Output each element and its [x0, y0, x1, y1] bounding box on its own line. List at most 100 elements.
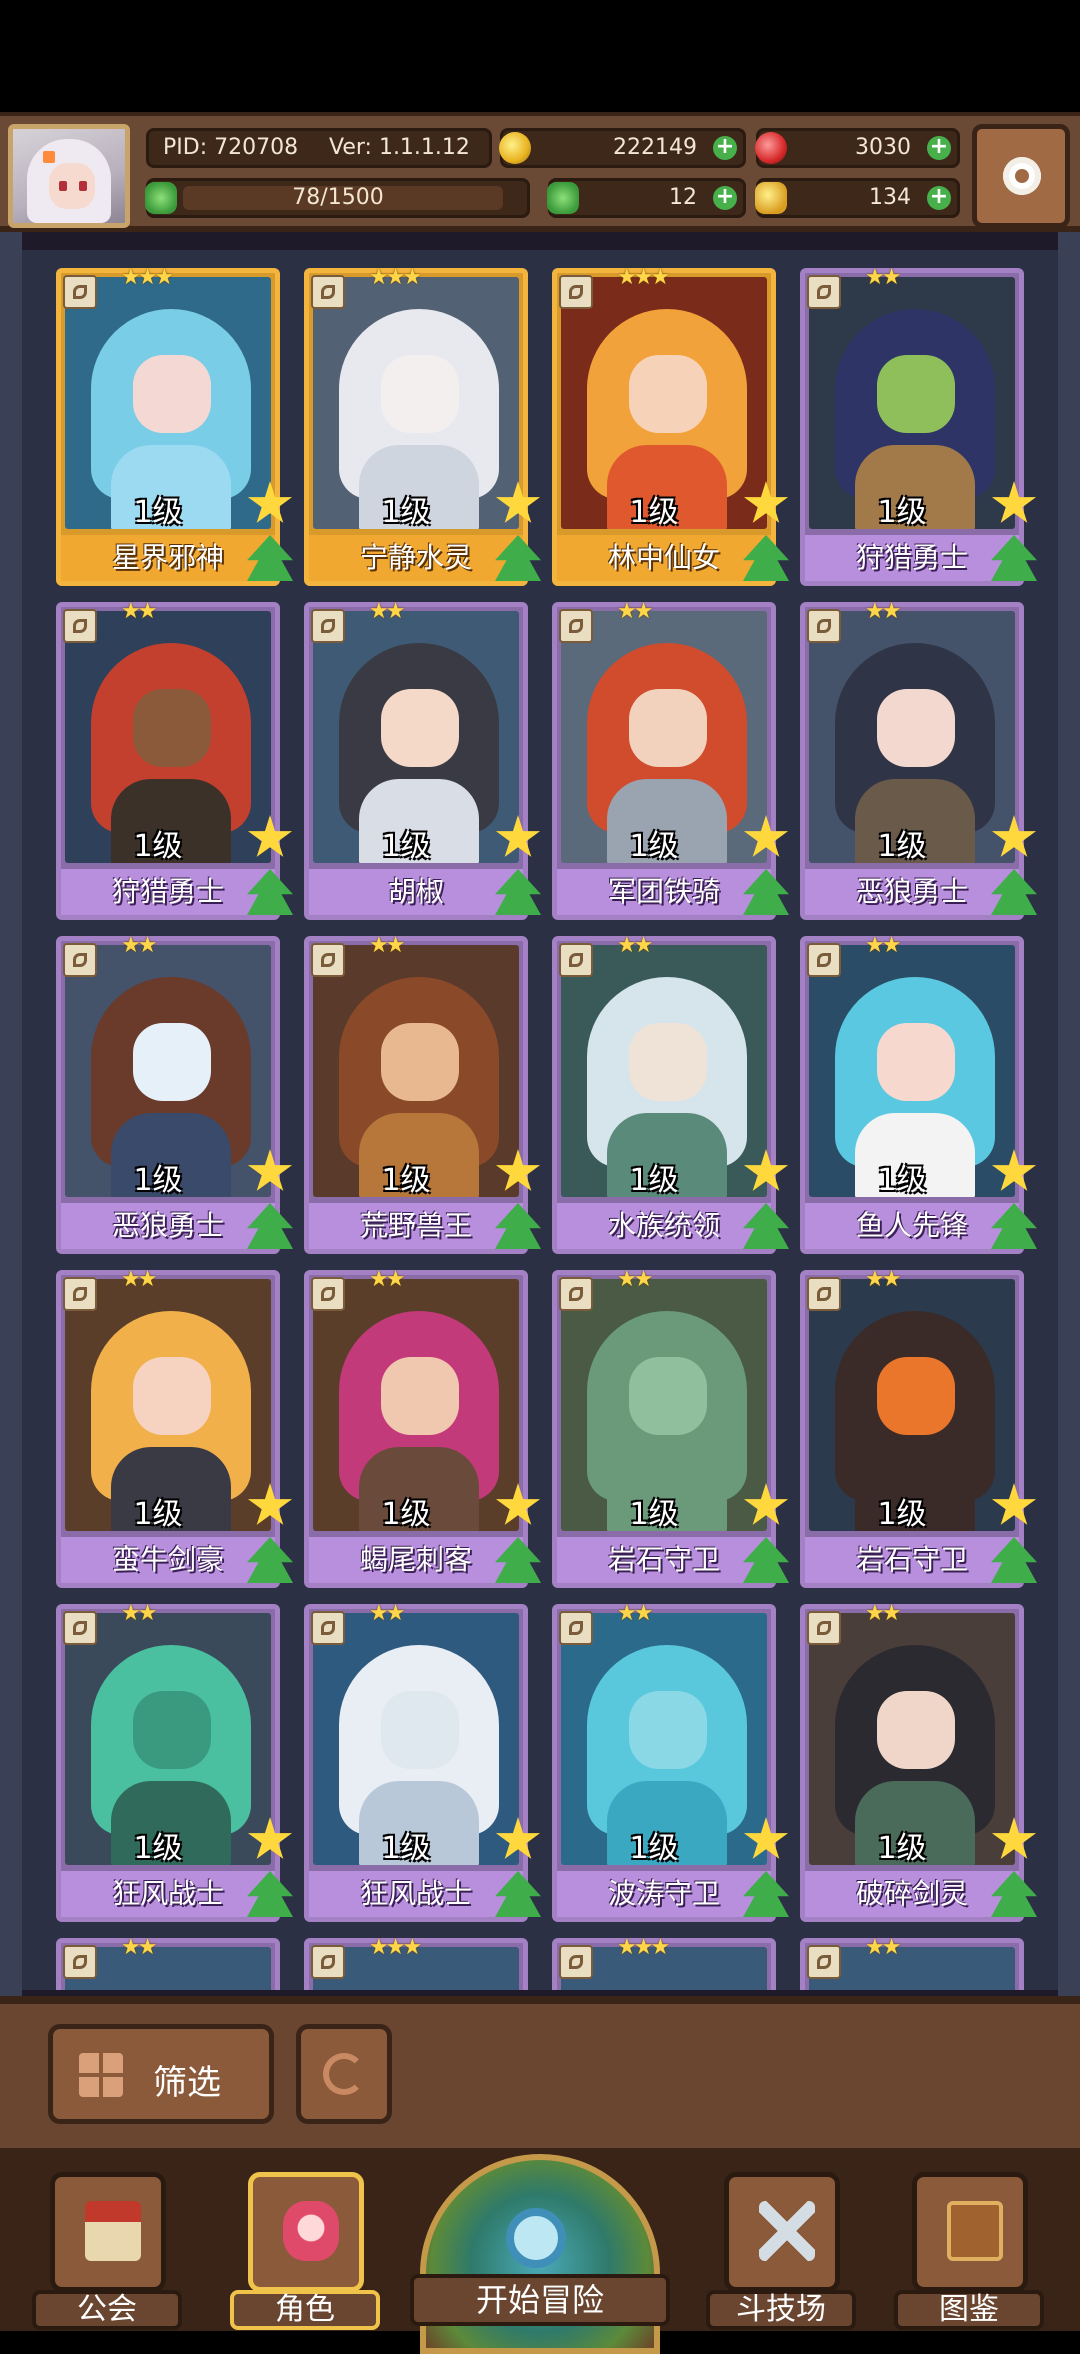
- character-level: 1级: [381, 829, 431, 864]
- bottom-navigation: 公会 角色 开始冒险 斗技场 图鉴: [0, 2148, 1080, 2354]
- nav-arena[interactable]: 斗技场: [706, 2172, 856, 2330]
- gem-counter: 3030 +: [755, 128, 960, 168]
- character-card[interactable]: ★★★ 1级 林中仙女: [552, 265, 789, 586]
- character-card[interactable]: ★★ 1级 蛮牛剑豪: [56, 1267, 293, 1588]
- character-card[interactable]: ★★ 1级 狩猎勇士: [56, 599, 293, 920]
- filter-bar: 筛选: [0, 1996, 1080, 2148]
- character-name: 岩石守卫: [805, 1537, 1019, 1583]
- add-key-button[interactable]: +: [927, 186, 951, 210]
- character-card-partial[interactable]: ★★: [56, 1935, 280, 1990]
- filter-button[interactable]: 筛选: [48, 2024, 274, 2124]
- character-card[interactable]: ★★ 1级 鱼人先锋: [800, 933, 1037, 1254]
- rarity-stars: ★★: [121, 933, 157, 958]
- gem-value: 3030: [855, 135, 911, 160]
- character-level: 1级: [629, 1497, 679, 1532]
- class-badge-icon: [807, 609, 841, 643]
- gold-coin-icon: [499, 132, 531, 164]
- rarity-stars: ★★★: [617, 265, 670, 290]
- portrait-face: [381, 355, 459, 433]
- rarity-stars: ★★: [617, 1267, 653, 1292]
- rarity-stars: ★★: [369, 933, 405, 958]
- character-level: 1级: [877, 1497, 927, 1532]
- character-card[interactable]: ★★ 1级 狂风战士: [304, 1601, 541, 1922]
- nav-codex[interactable]: 图鉴: [894, 2172, 1044, 2330]
- character-card[interactable]: ★★ 1级 狩猎勇士: [800, 265, 1037, 586]
- character-name: 水族统领: [557, 1203, 771, 1249]
- character-face-icon: [283, 2201, 339, 2261]
- character-card-partial[interactable]: ★★★: [552, 1935, 776, 1990]
- character-card[interactable]: ★★ 1级 狂风战士: [56, 1601, 293, 1922]
- character-card[interactable]: ★★ 1级 岩石守卫: [800, 1267, 1037, 1588]
- class-badge-icon: [311, 943, 345, 977]
- portrait-face: [381, 1357, 459, 1435]
- key-value: 134: [869, 185, 911, 210]
- portrait-face: [629, 355, 707, 433]
- portrait-face: [133, 1357, 211, 1435]
- nav-character[interactable]: 角色: [230, 2172, 380, 2330]
- character-card[interactable]: ★★ 1级 水族统领: [552, 933, 789, 1254]
- character-card[interactable]: ★★ 1级 岩石守卫: [552, 1267, 789, 1588]
- red-gem-icon: [755, 132, 787, 164]
- class-badge-icon: [311, 1611, 345, 1645]
- character-card-partial[interactable]: ★★: [800, 1935, 1024, 1990]
- class-badge-icon: [311, 609, 345, 643]
- character-card[interactable]: ★★ 1级 荒野兽王: [304, 933, 541, 1254]
- character-card[interactable]: ★★ 1级 恶狼勇士: [56, 933, 293, 1254]
- class-badge-icon: [63, 1611, 97, 1645]
- class-badge-icon: [63, 609, 97, 643]
- class-badge-icon: [559, 275, 593, 309]
- player-avatar[interactable]: [8, 124, 130, 228]
- add-gold-button[interactable]: +: [713, 136, 737, 160]
- character-card[interactable]: ★★ 1级 破碎剑灵: [800, 1601, 1037, 1922]
- rarity-stars: ★★: [121, 1601, 157, 1626]
- filter-label: 筛选: [153, 2063, 221, 2103]
- character-name: 恶狼勇士: [805, 869, 1019, 915]
- portrait-face: [133, 355, 211, 433]
- character-name: 鱼人先锋: [805, 1203, 1019, 1249]
- rarity-stars: ★★★: [617, 1935, 670, 1960]
- character-list-panel: ★★★ 1级 星界邪神 ★★★ 1级 宁静水灵 ★★★ 1级 林中仙女 ★★ 1级 狩猎勇士 ★★ 1级狩…: [0, 232, 1080, 1996]
- character-level: 1级: [877, 1163, 927, 1198]
- character-card[interactable]: ★★ 1级 胡椒: [304, 599, 541, 920]
- nav-start-adventure[interactable]: 开始冒险: [410, 2148, 670, 2354]
- character-level: 1级: [877, 829, 927, 864]
- character-card[interactable]: ★★★ 1级 星界邪神: [56, 265, 293, 586]
- portrait-face: [877, 1357, 955, 1435]
- nav-codex-label: 图鉴: [894, 2290, 1044, 2330]
- character-name: 波涛守卫: [557, 1871, 771, 1917]
- refresh-button[interactable]: [296, 2024, 392, 2124]
- key-counter: 134 +: [755, 178, 960, 218]
- character-card[interactable]: ★★ 1级恶狼勇士: [800, 599, 1037, 920]
- rarity-stars: ★★: [617, 933, 653, 958]
- portrait-face: [381, 689, 459, 767]
- clover-icon: [547, 182, 579, 214]
- character-level: 1级: [133, 1497, 183, 1532]
- add-clover-button[interactable]: +: [713, 186, 737, 210]
- class-badge-icon: [559, 609, 593, 643]
- nav-arena-label: 斗技场: [706, 2290, 856, 2330]
- nav-guild[interactable]: 公会: [32, 2172, 182, 2330]
- character-grid[interactable]: ★★★ 1级 星界邪神 ★★★ 1级 宁静水灵 ★★★ 1级 林中仙女 ★★ 1级 狩猎勇士 ★★ 1级狩…: [22, 250, 1058, 1990]
- character-card[interactable]: ★★★ 1级 宁静水灵: [304, 265, 541, 586]
- character-card[interactable]: ★★ 1级 蝎尾刺客: [304, 1267, 541, 1588]
- class-badge-icon: [559, 943, 593, 977]
- character-level: 1级: [629, 829, 679, 864]
- character-card-partial[interactable]: ★★★: [304, 1935, 528, 1990]
- rarity-stars: ★★: [121, 1935, 157, 1960]
- character-level: 1级: [381, 1497, 431, 1532]
- portrait-face: [877, 1023, 955, 1101]
- nav-guild-label: 公会: [32, 2290, 182, 2330]
- class-badge-icon: [63, 275, 97, 309]
- portrait-face: [877, 689, 955, 767]
- rarity-stars: ★★: [865, 599, 901, 624]
- magnifier-icon: [506, 2208, 566, 2268]
- add-gem-button[interactable]: +: [927, 136, 951, 160]
- character-card[interactable]: ★★ 1级 军团铁骑: [552, 599, 789, 920]
- class-badge-icon: [807, 943, 841, 977]
- character-card[interactable]: ★★ 1级 波涛守卫: [552, 1601, 789, 1922]
- character-name: 林中仙女: [557, 535, 771, 581]
- settings-button[interactable]: [972, 124, 1070, 228]
- class-badge-icon: [807, 1945, 841, 1979]
- gold-value: 222149: [613, 135, 697, 160]
- character-level: 1级: [381, 495, 431, 530]
